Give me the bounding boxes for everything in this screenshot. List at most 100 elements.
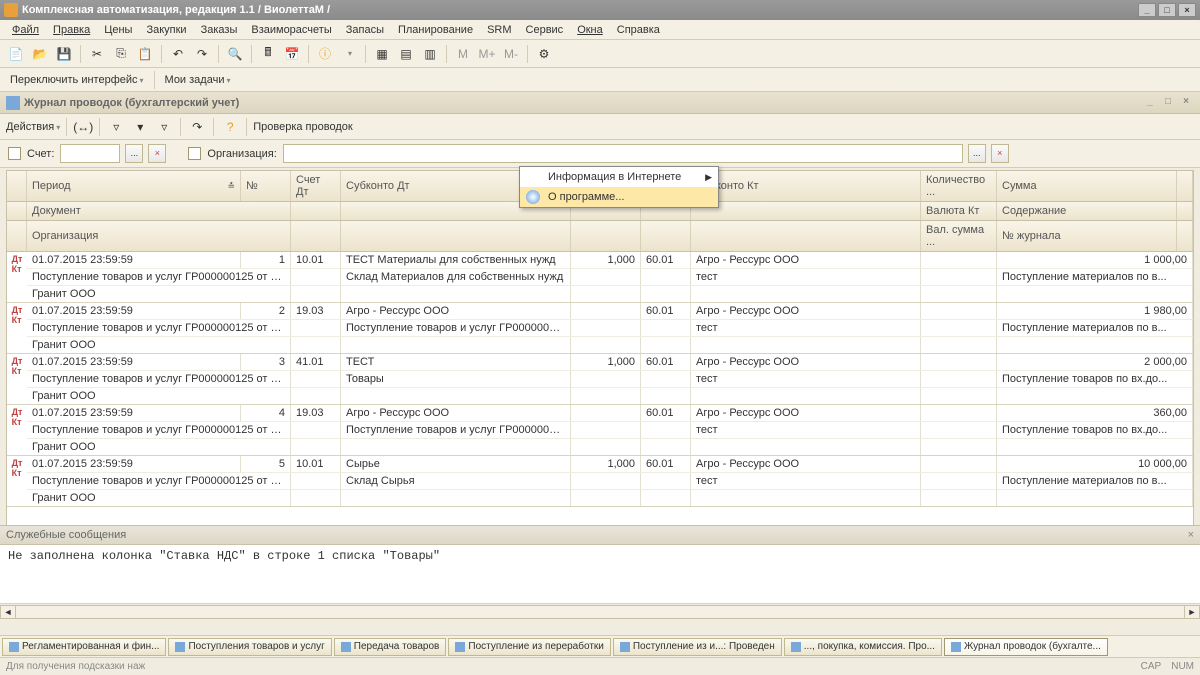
col-qty2[interactable]: Количество ... [921,171,997,201]
menu-inventory[interactable]: Запасы [340,22,390,38]
account-picker[interactable]: ... [125,144,143,163]
menu-edit[interactable]: Правка [47,22,96,38]
main-toolbar: 📄 📂 💾 ✂ ⎘ 📋 ↶ ↷ 🔍 🖩 📅 ⓘ ▦ ▤ ▥ M M+ M- ⚙ [0,40,1200,68]
mminus-icon[interactable]: M- [501,44,521,64]
context-menu: Информация в Интернете▶ О программе... [519,166,719,208]
filter2-icon[interactable]: ▾ [130,117,150,137]
org-checkbox[interactable] [188,147,201,160]
scroll-left[interactable]: ◄ [0,605,16,619]
menu-settlements[interactable]: Взаиморасчеты [245,22,337,38]
org-input[interactable] [283,144,963,163]
account-clear[interactable]: × [148,144,166,163]
doc-minimize[interactable]: _ [1142,96,1158,110]
taskbar: Регламентированная и фин... Поступления … [0,635,1200,657]
my-tasks-button[interactable]: Мои задачи [161,72,235,88]
filter-bar: Счет: ... × Организация: ... × [0,140,1200,168]
tool3-icon[interactable]: ▥ [420,44,440,64]
menu-planning[interactable]: Планирование [392,22,479,38]
info-icon [526,190,540,204]
export-icon[interactable]: ↷ [187,117,207,137]
redo-icon[interactable]: ↷ [192,44,212,64]
task-item[interactable]: ..., покупка, комиссия. Про... [784,638,942,656]
open-icon[interactable]: 📂 [30,44,50,64]
org-picker[interactable]: ... [968,144,986,163]
col-n[interactable]: № [241,171,291,201]
tool1-icon[interactable]: ▦ [372,44,392,64]
filter1-icon[interactable]: ▿ [106,117,126,137]
filter3-icon[interactable]: ▿ [154,117,174,137]
app-title: Комплексная автоматизация, редакция 1.1 … [22,4,330,16]
message-text: Не заполнена колонка "Ставка НДС" в стро… [8,549,1192,563]
actions-dropdown[interactable]: Действия [6,121,60,133]
doc-close[interactable]: × [1178,96,1194,110]
task-item[interactable]: Регламентированная и фин... [2,638,166,656]
secondary-toolbar: Переключить интерфейс Мои задачи [0,68,1200,92]
calendar-icon[interactable]: 📅 [282,44,302,64]
table-row[interactable]: ДтКт01.07.2015 23:59:59341.01ТЕСТ1,00060… [7,354,1193,405]
mplus-icon[interactable]: M+ [477,44,497,64]
entry-icon: ДтКт [12,254,23,274]
copy-icon[interactable]: ⎘ [111,44,131,64]
menu-orders[interactable]: Заказы [195,22,244,38]
switch-interface-button[interactable]: Переключить интерфейс [6,72,148,88]
menu-help[interactable]: Справка [611,22,666,38]
col-sum[interactable]: Сумма [997,171,1177,201]
messages-close[interactable]: × [1188,529,1194,541]
account-checkbox[interactable] [8,147,21,160]
org-clear[interactable]: × [991,144,1009,163]
ctx-internet-info[interactable]: Информация в Интернете▶ [520,167,718,187]
undo-icon[interactable]: ↶ [168,44,188,64]
task-item-active[interactable]: Журнал проводок (бухгалте... [944,638,1108,656]
info-icon[interactable]: ⓘ [315,44,335,64]
task-item[interactable]: Поступления товаров и услуг [168,638,331,656]
new-icon[interactable]: 📄 [6,44,26,64]
tool2-icon[interactable]: ▤ [396,44,416,64]
org-label: Организация: [207,148,276,160]
menu-service[interactable]: Сервис [520,22,570,38]
table-row[interactable]: ДтКт01.07.2015 23:59:59110.01ТЕСТ Матери… [7,252,1193,303]
document-icon [6,96,20,110]
cut-icon[interactable]: ✂ [87,44,107,64]
close-button[interactable]: × [1178,3,1196,17]
menu-prices[interactable]: Цены [98,22,138,38]
menu-srm[interactable]: SRM [481,22,517,38]
calc-icon[interactable]: 🖩 [258,44,278,64]
menu-file[interactable]: Файл [6,22,45,38]
restore-button[interactable]: □ [1158,3,1176,17]
find-icon[interactable]: 🔍 [225,44,245,64]
ctx-about[interactable]: О программе... [520,187,718,207]
settings-icon[interactable]: ⚙ [534,44,554,64]
check-entries-button[interactable]: Проверка проводок [253,121,352,133]
status-hint: Для получения подсказки наж [6,661,145,672]
col-subkt[interactable]: Субконто Кт [691,171,921,201]
title-bar: Комплексная автоматизация, редакция 1.1 … [0,0,1200,20]
task-item[interactable]: Поступление из и...: Проведен [613,638,782,656]
table-row[interactable]: ДтКт01.07.2015 23:59:59510.01Сырье1,0006… [7,456,1193,507]
horizontal-scrollbar[interactable]: ◄ ► [0,603,1200,619]
save-icon[interactable]: 💾 [54,44,74,64]
entries-grid: Период≛ № Счет Дт Субконто Дт Количество… [6,170,1194,550]
refresh-icon[interactable]: (↔) [73,117,93,137]
scroll-right[interactable]: ► [1184,605,1200,619]
table-row[interactable]: ДтКт01.07.2015 23:59:59419.03Агро - Ресс… [7,405,1193,456]
table-row[interactable]: ДтКт01.07.2015 23:59:59219.03Агро - Ресс… [7,303,1193,354]
m-icon[interactable]: M [453,44,473,64]
info-dropdown[interactable] [339,44,359,64]
menu-windows[interactable]: Окна [571,22,609,38]
paste-icon[interactable]: 📋 [135,44,155,64]
col-sdt[interactable]: Счет Дт [291,171,341,201]
menu-purchases[interactable]: Закупки [140,22,192,38]
col-period[interactable]: Период≛ [27,171,241,201]
action-bar: Действия (↔) ▿ ▾ ▿ ↷ ? Проверка проводок [0,114,1200,140]
task-item[interactable]: Поступление из переработки [448,638,610,656]
grid-body[interactable]: ДтКт01.07.2015 23:59:59110.01ТЕСТ Матери… [7,252,1193,507]
account-input[interactable] [60,144,120,163]
entry-icon: ДтКт [12,407,23,427]
doc-restore[interactable]: □ [1160,96,1176,110]
help-icon[interactable]: ? [220,117,240,137]
menu-bar: Файл Правка Цены Закупки Заказы Взаимора… [0,20,1200,40]
minimize-button[interactable]: _ [1138,3,1156,17]
task-item[interactable]: Передача товаров [334,638,447,656]
account-label: Счет: [27,148,54,160]
document-title-bar: Журнал проводок (бухгалтерский учет) _ □… [0,92,1200,114]
